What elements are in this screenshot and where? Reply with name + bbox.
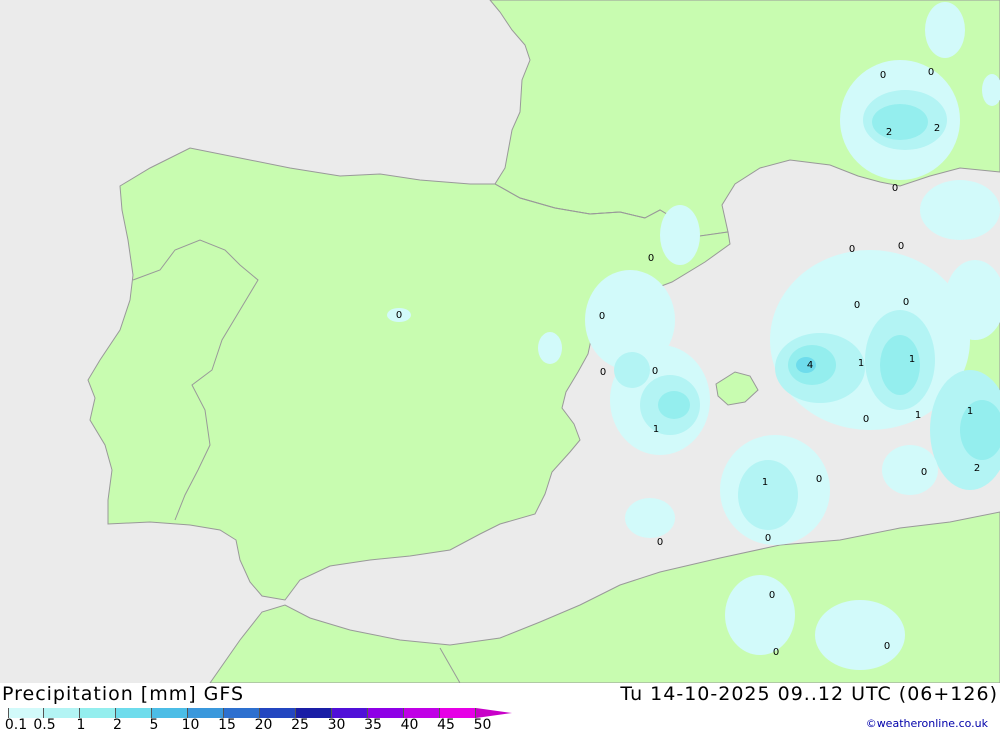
legend-tick-label: 30 <box>327 717 346 733</box>
value-label: 0 <box>652 366 658 377</box>
precipitation-map: 0 0 2 2 0 0 0 0 0 0 0 0 4 1 1 0 1 1 1 0 … <box>0 0 1000 683</box>
legend-tick-label: 15 <box>218 717 236 733</box>
value-label: 2 <box>974 463 980 474</box>
legend-tick-label: 50 <box>473 717 492 733</box>
value-label: 1 <box>967 406 973 417</box>
value-label: 0 <box>657 537 663 548</box>
value-label: 0 <box>600 367 606 378</box>
legend-tick-label: 35 <box>364 717 382 733</box>
value-label: 0 <box>769 590 775 601</box>
legend-tick-label: 20 <box>254 717 273 733</box>
value-label: 0 <box>396 310 402 321</box>
value-label: 0 <box>816 474 822 485</box>
legend-tick-label: 1 <box>76 717 86 733</box>
legend-tick-label: 40 <box>400 717 419 733</box>
product-title: Precipitation [mm] GFS <box>2 683 245 705</box>
value-label: 0 <box>898 241 904 252</box>
value-label: 1 <box>858 358 864 369</box>
legend-tick-label: 0.1 <box>4 717 28 733</box>
value-label: 0 <box>892 183 898 194</box>
legend-tick-label: 5 <box>149 717 159 733</box>
value-label: 0 <box>928 67 934 78</box>
value-label: 0 <box>599 311 605 322</box>
value-label: 0 <box>849 244 855 255</box>
legend-tick-label: 45 <box>437 717 455 733</box>
legend-tick-label: 2 <box>113 717 122 733</box>
value-label: 1 <box>762 477 768 488</box>
legend-tick-label: 0.5 <box>33 717 56 733</box>
footer-bar: Precipitation [mm] GFS Tu 14-10-2025 09.… <box>0 683 1000 733</box>
value-label: 0 <box>863 414 869 425</box>
value-label: 0 <box>884 641 890 652</box>
value-label: 0 <box>648 253 654 264</box>
value-label: 4 <box>807 360 813 371</box>
value-label: 0 <box>773 647 779 658</box>
valid-time: Tu 14-10-2025 09..12 UTC (06+126) <box>620 683 998 705</box>
value-label: 0 <box>903 297 909 308</box>
legend-tick-label: 25 <box>291 717 309 733</box>
value-label: 1 <box>915 410 921 421</box>
value-label: 0 <box>854 300 860 311</box>
legend-tick-label: 10 <box>181 717 200 733</box>
value-label: 0 <box>880 70 886 81</box>
value-label: 1 <box>653 424 659 435</box>
value-label: 0 <box>921 467 927 478</box>
value-label: 0 <box>765 533 771 544</box>
value-label: 1 <box>909 354 915 365</box>
value-label: 2 <box>934 123 940 134</box>
credit-link[interactable]: ©weatheronline.co.uk <box>866 717 988 730</box>
value-label: 2 <box>886 127 892 138</box>
legend-ticks: 0.1 0.5 1 2 5 10 15 20 25 30 35 40 45 50 <box>0 717 560 734</box>
